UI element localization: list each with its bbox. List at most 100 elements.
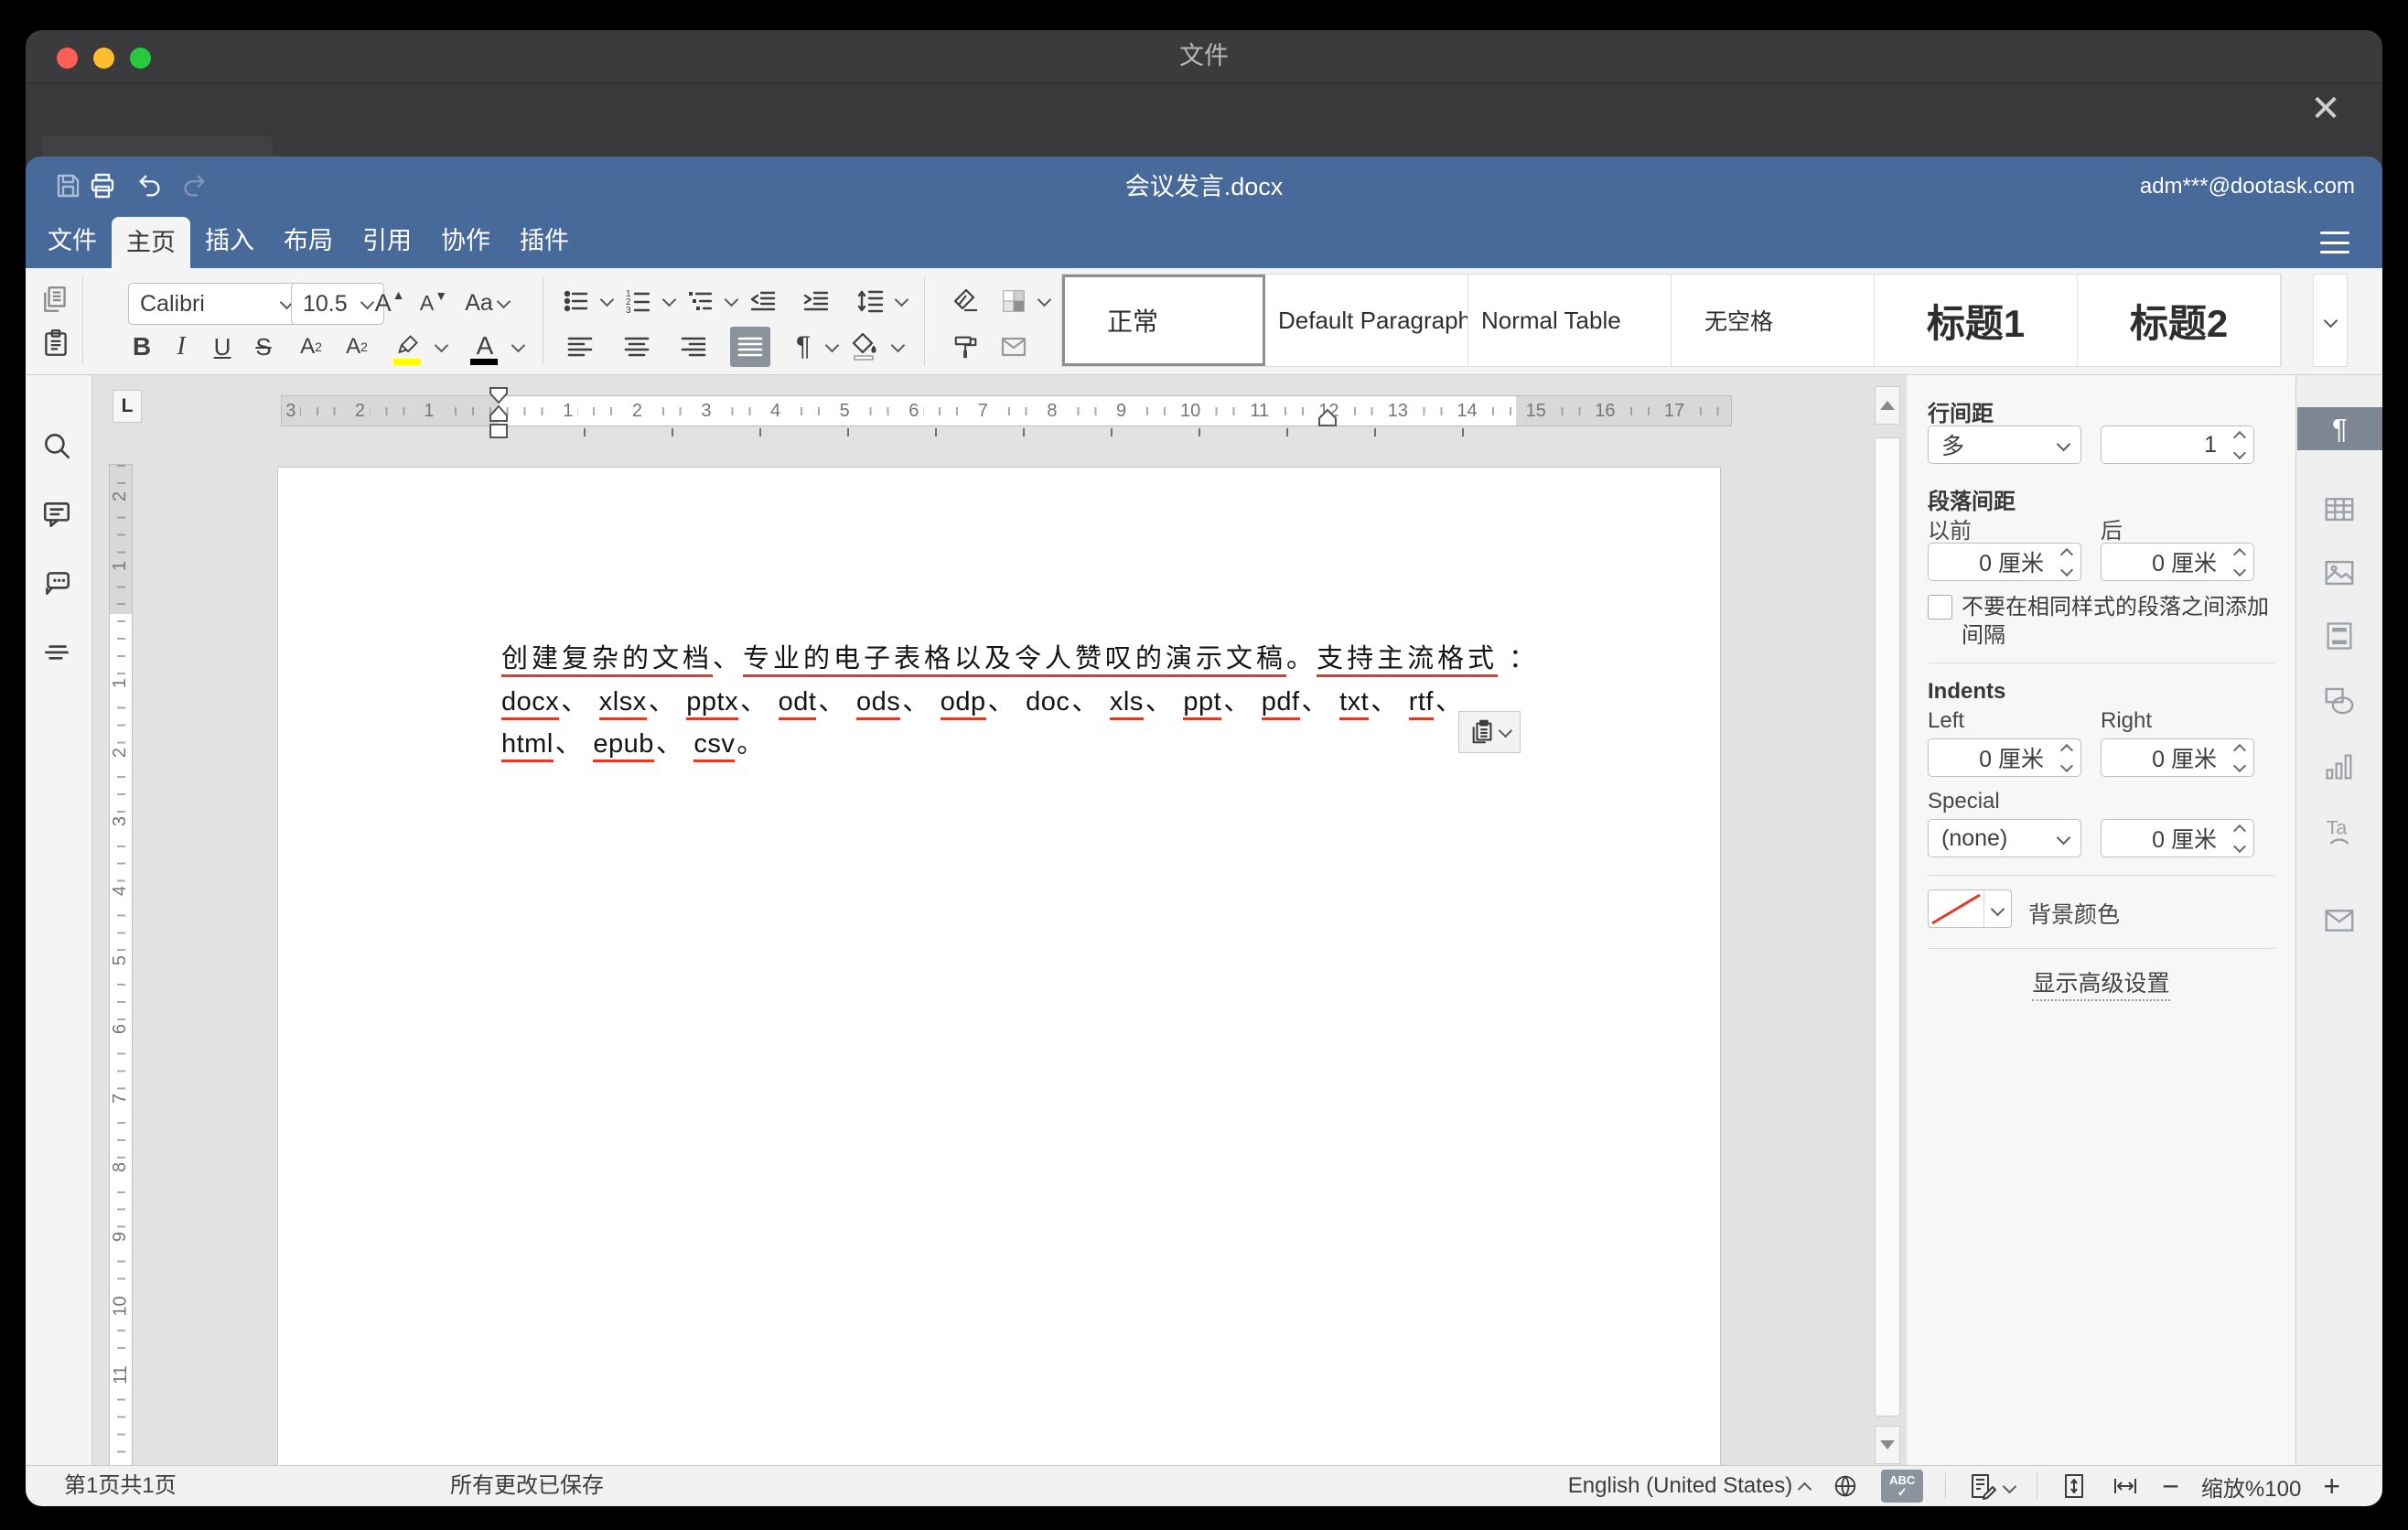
comments-icon[interactable] [38, 496, 75, 533]
menu-tab[interactable]: 主页 [112, 217, 190, 268]
styles-gallery-expand-icon[interactable] [2313, 274, 2348, 367]
header-footer-icon[interactable] [2296, 620, 2382, 652]
menu-tab[interactable]: 协作 [426, 213, 505, 268]
bold-icon[interactable]: B [124, 329, 160, 365]
numbering-dropdown-icon[interactable] [657, 283, 675, 319]
special-select[interactable]: (none) [1928, 819, 2081, 857]
paste-options-button[interactable] [1458, 711, 1521, 753]
text-art-icon[interactable]: Ta [2296, 814, 2382, 849]
chat-icon[interactable] [38, 565, 75, 601]
menu-tab[interactable]: 引用 [348, 213, 426, 268]
change-case-icon[interactable]: Aa [459, 285, 514, 321]
shading-dropdown-icon[interactable] [886, 329, 904, 365]
color-scheme-dropdown-icon[interactable] [1032, 283, 1050, 319]
set-language-globe-icon[interactable] [1832, 1472, 1859, 1500]
bullets-icon[interactable] [556, 283, 597, 319]
table-settings-icon[interactable] [2296, 491, 2382, 526]
multilevel-dropdown-icon[interactable] [719, 283, 737, 319]
increase-font-icon[interactable]: A▲ [371, 285, 408, 321]
subscript-icon[interactable]: A2 [337, 329, 377, 365]
menu-tab[interactable]: 布局 [269, 213, 348, 268]
superscript-icon[interactable]: A2 [291, 329, 331, 365]
decrease-indent-icon[interactable] [743, 283, 783, 319]
special-by-spinner[interactable]: 0 厘米 [2101, 819, 2254, 857]
shading-icon[interactable] [845, 327, 886, 365]
svg-text:3: 3 [626, 306, 631, 316]
clear-style-icon[interactable] [946, 283, 986, 319]
indent-markers[interactable] [488, 386, 510, 449]
style-preset[interactable]: 正常 [1062, 275, 1265, 366]
track-changes-icon[interactable] [1968, 1471, 2015, 1501]
paragraph-settings-icon[interactable]: ¶ [2297, 407, 2382, 450]
left-toolbar [26, 375, 92, 1465]
indent-right-spinner[interactable]: 0 厘米 [2101, 738, 2254, 777]
spacing-after-spinner[interactable]: 0 厘米 [2101, 543, 2254, 581]
color-scheme-icon[interactable] [994, 283, 1034, 319]
document-page[interactable]: 创建复杂的文档、专业的电子表格以及令人赞叹的演示文稿。支持主流格式 ： docx… [277, 467, 1721, 1465]
document-scrollbar[interactable] [1875, 386, 1898, 1462]
style-preset[interactable]: 无空格 [1672, 275, 1875, 366]
line-spacing-dropdown-icon[interactable] [889, 283, 908, 319]
fit-page-icon[interactable] [2059, 1471, 2089, 1501]
font-size-select[interactable]: 10.5 [291, 283, 384, 325]
align-left-icon[interactable] [560, 329, 600, 365]
mail-merge-icon[interactable] [994, 329, 1034, 365]
spellcheck-icon[interactable]: ABC✓ [1881, 1470, 1923, 1503]
font-color-icon[interactable]: A [467, 327, 503, 365]
bullets-dropdown-icon[interactable] [595, 283, 613, 319]
style-preset[interactable]: 标题2 [2078, 275, 2281, 366]
decrease-font-icon[interactable]: A▼ [415, 285, 452, 321]
line-spacing-value-spinner[interactable]: 1 [2101, 426, 2254, 464]
right-indent-marker[interactable] [1317, 408, 1338, 433]
align-right-icon[interactable] [673, 329, 714, 365]
background-color-picker[interactable] [1928, 889, 2012, 928]
highlight-icon[interactable] [390, 327, 426, 365]
scroll-up-icon[interactable] [1875, 386, 1900, 425]
tab-stop-selector[interactable]: L [113, 390, 142, 423]
spacing-before-spinner[interactable]: 0 厘米 [1928, 543, 2081, 581]
scrollbar-thumb[interactable] [1875, 437, 1900, 1417]
style-preset[interactable]: Normal Table [1468, 275, 1672, 366]
close-icon[interactable]: ✕ [2304, 87, 2348, 131]
image-settings-icon[interactable] [2296, 555, 2382, 590]
format-token: pptx、 [686, 687, 778, 717]
indent-left-spinner[interactable]: 0 厘米 [1928, 738, 2081, 777]
hamburger-menu-icon[interactable] [2320, 232, 2349, 253]
numbering-icon[interactable]: 123 [618, 283, 659, 319]
style-preset[interactable]: Default Paragraph [1265, 275, 1468, 366]
copy-icon[interactable] [37, 281, 75, 318]
shape-settings-icon[interactable] [2296, 684, 2382, 718]
same-style-checkbox[interactable] [1928, 595, 1952, 620]
highlight-dropdown-icon[interactable] [428, 329, 448, 365]
menu-tab[interactable]: 插入 [190, 213, 269, 268]
zoom-in-button[interactable]: + [2323, 1471, 2340, 1501]
italic-icon[interactable]: I [163, 329, 199, 365]
menu-tab[interactable]: 插件 [505, 213, 584, 268]
navigation-icon[interactable] [38, 635, 75, 672]
font-name-select[interactable]: Calibri [128, 283, 304, 325]
line-spacing-select[interactable]: 多 [1928, 426, 2081, 464]
paragraph-marks-dropdown-icon[interactable] [820, 329, 838, 365]
paragraph-marks-icon[interactable]: ¶ [785, 329, 822, 365]
strikethrough-icon[interactable]: S [245, 329, 282, 365]
track-changes-dropdown-icon [2003, 1479, 2017, 1493]
justify-icon[interactable] [730, 327, 770, 367]
chart-settings-icon[interactable] [2296, 750, 2382, 783]
increase-indent-icon[interactable] [796, 283, 836, 319]
menu-tab[interactable]: 文件 [33, 213, 112, 268]
language-selector[interactable]: English (United States) [1568, 1473, 1810, 1499]
line-spacing-icon[interactable] [851, 283, 891, 319]
underline-icon[interactable]: U [204, 329, 241, 365]
zoom-out-button[interactable]: − [2162, 1471, 2179, 1501]
scroll-down-icon[interactable] [1875, 1426, 1900, 1464]
font-color-dropdown-icon[interactable] [505, 329, 525, 365]
paste-icon[interactable] [37, 325, 75, 361]
search-icon[interactable] [38, 427, 75, 464]
align-center-icon[interactable] [617, 329, 657, 365]
fit-width-icon[interactable] [2111, 1471, 2140, 1501]
style-preset[interactable]: 标题1 [1875, 275, 2078, 366]
page-count[interactable]: 第1页共1页 [64, 1466, 177, 1506]
copy-style-icon[interactable] [946, 329, 986, 365]
mail-merge-settings-icon[interactable] [2296, 903, 2382, 938]
multilevel-list-icon[interactable] [681, 283, 721, 319]
